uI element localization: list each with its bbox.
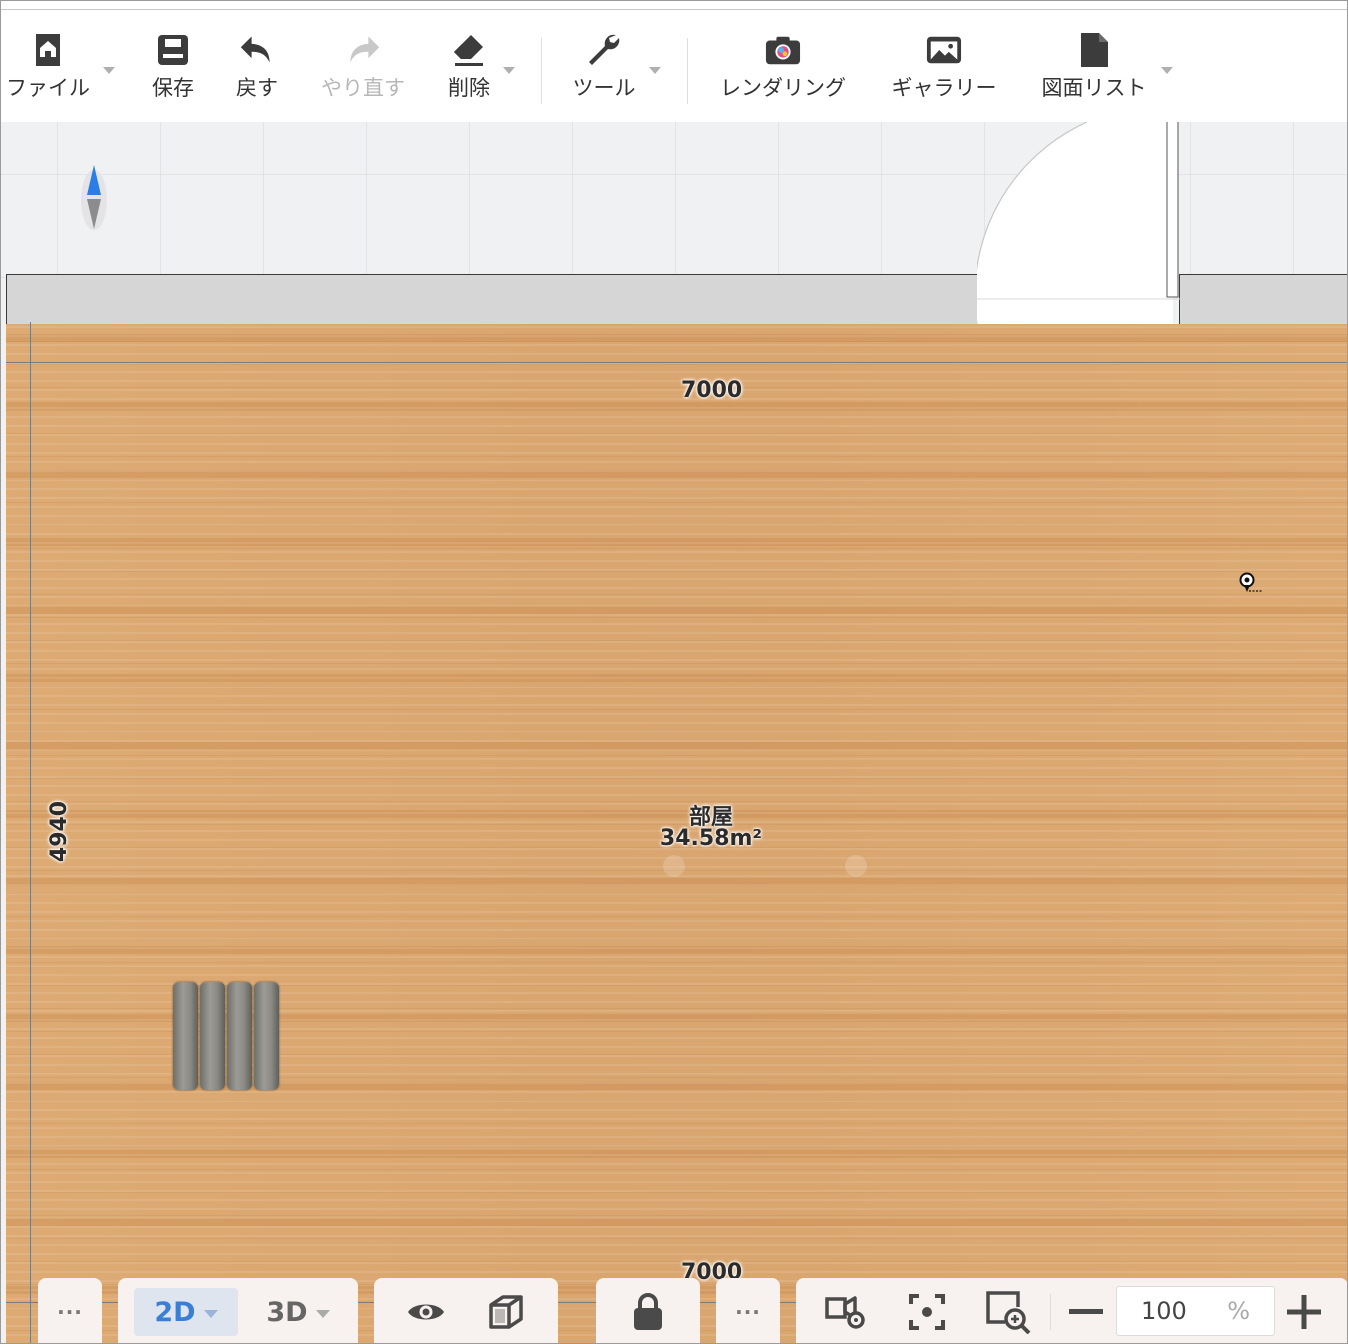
image-gallery-icon [926, 30, 962, 70]
view-mode-group: 2D 3D [118, 1278, 358, 1343]
save-button[interactable]: 保存 [141, 30, 205, 110]
minus-icon [1069, 1309, 1103, 1314]
drawing-list-label: 図面リスト [1041, 76, 1147, 100]
display-group [374, 1278, 558, 1343]
cube-icon [489, 1295, 523, 1329]
view-2d-caret-icon [203, 1310, 218, 1318]
zoom-in-area-icon [986, 1291, 1031, 1334]
gallery-label: ギャラリー [891, 76, 997, 100]
door-swing[interactable] [977, 122, 1181, 326]
view-2d-button[interactable]: 2D [134, 1288, 238, 1336]
file-label: ファイル [6, 76, 90, 100]
top-dimension-line [6, 362, 1347, 363]
wall-segment[interactable] [6, 274, 978, 325]
file-dropdown-caret-icon[interactable] [103, 67, 115, 74]
view-3d-label: 3D [266, 1296, 308, 1328]
more-options-button[interactable]: ··· [48, 1288, 92, 1336]
undo-label: 戻す [236, 76, 278, 100]
main-toolbar: ファイル 保存 戻す やり直す 削除 ツール レンダリング ギャラリー 図面リス… [1, 10, 1347, 122]
room-handle[interactable] [845, 855, 867, 877]
toolbar-separator [687, 38, 688, 104]
drawing-list-caret-icon[interactable] [1161, 67, 1173, 74]
compass-north-icon[interactable] [79, 162, 109, 232]
fit-view-button[interactable] [902, 1288, 952, 1336]
toolbar-separator [541, 38, 542, 104]
zoom-area-button[interactable] [982, 1288, 1034, 1336]
view-3d-button[interactable]: 3D [248, 1288, 348, 1336]
undo-icon [239, 30, 275, 70]
tools-label: ツール [572, 76, 636, 100]
plus-icon [1287, 1295, 1321, 1329]
eraser-icon [451, 30, 487, 70]
delete-button[interactable]: 削除 [437, 30, 501, 110]
room-handle[interactable] [663, 855, 685, 877]
eye-icon [408, 1304, 444, 1320]
bottom-more-group-2: ··· [716, 1278, 780, 1343]
view-3d-caret-icon [315, 1310, 330, 1318]
gallery-button[interactable]: ギャラリー [884, 30, 1004, 110]
delete-dropdown-caret-icon[interactable] [503, 67, 515, 74]
rendering-button[interactable]: レンダリング [713, 30, 853, 110]
zoom-level-field[interactable]: 100 % [1116, 1286, 1275, 1336]
mouse-pointer-pin-icon [1239, 572, 1263, 592]
camera-settings-icon [825, 1296, 865, 1329]
home-file-icon [30, 30, 66, 70]
save-icon [155, 30, 191, 70]
camera-icon [765, 30, 801, 70]
app-window: ファイル 保存 戻す やり直す 削除 ツール レンダリング ギャラリー 図面リス… [0, 0, 1348, 1344]
more-options-button-2[interactable]: ··· [726, 1288, 770, 1336]
zoom-in-button[interactable] [1282, 1288, 1326, 1336]
tools-dropdown-caret-icon[interactable] [649, 67, 661, 74]
left-dimension-line [30, 322, 31, 1343]
rendering-label: レンダリング [720, 76, 846, 100]
bottom-more-group: ··· [38, 1278, 102, 1343]
zoom-separator [1050, 1294, 1051, 1330]
visibility-button[interactable] [402, 1288, 450, 1336]
3d-box-button[interactable] [482, 1288, 530, 1336]
more-left-label: ··· [57, 1300, 83, 1324]
document-icon [1076, 30, 1112, 70]
radiator-object[interactable] [172, 982, 280, 1090]
lock-group [596, 1278, 700, 1343]
focus-frame-icon [909, 1294, 945, 1330]
wrench-icon [586, 30, 622, 70]
camera-settings-button[interactable] [820, 1288, 872, 1336]
save-label: 保存 [152, 76, 194, 100]
delete-label: 削除 [448, 76, 490, 100]
lock-icon [634, 1293, 662, 1330]
more-mid-label: ··· [735, 1300, 761, 1324]
redo-icon [345, 30, 381, 70]
view-2d-label: 2D [154, 1296, 196, 1328]
zoom-group: 100 % [796, 1278, 1347, 1343]
left-dimension-label: 4940 [47, 800, 73, 863]
lock-button[interactable] [624, 1288, 672, 1336]
drawing-list-button[interactable]: 図面リスト [1035, 30, 1153, 110]
redo-label: やり直す [321, 76, 405, 100]
file-menu-button[interactable]: ファイル [3, 30, 93, 110]
zoom-value: 100 [1141, 1297, 1187, 1325]
top-dimension-label: 7000 [681, 378, 743, 403]
zoom-out-button[interactable] [1064, 1288, 1108, 1336]
redo-button[interactable]: やり直す [313, 30, 413, 110]
undo-button[interactable]: 戻す [225, 30, 289, 110]
zoom-unit: % [1227, 1297, 1250, 1325]
wall-segment[interactable] [1179, 274, 1347, 325]
tools-menu-button[interactable]: ツール [567, 30, 641, 110]
plan-canvas[interactable]: 7000 7000 4940 部屋 34.58m² [1, 122, 1347, 1343]
room-area: 34.58m² [659, 826, 763, 851]
